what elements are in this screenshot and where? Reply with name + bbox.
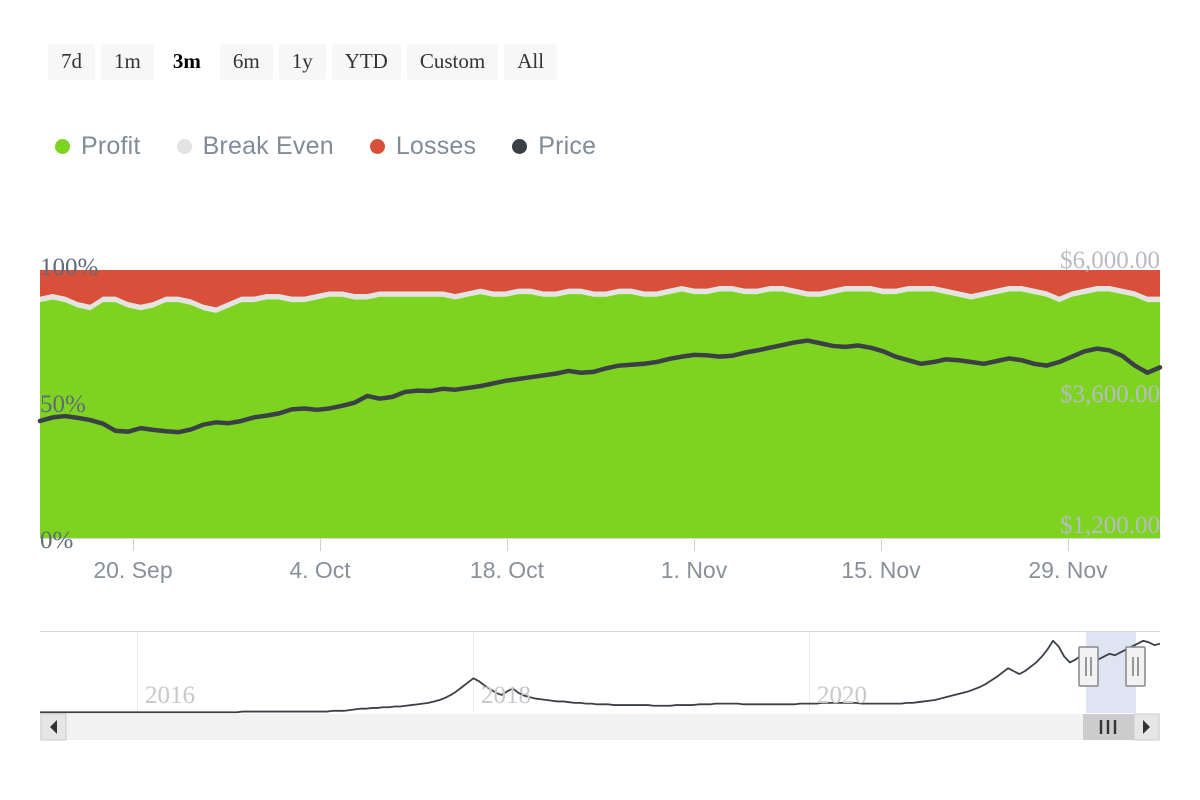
area-profit: [40, 291, 1160, 538]
chart-legend: Profit Break Even Losses Price: [55, 132, 596, 161]
range-button-1y[interactable]: 1y: [278, 44, 326, 80]
y-axis-right-label-3600: $3,600.00: [1060, 381, 1160, 408]
chart-navigator[interactable]: 2016 2018 2020: [0, 615, 1200, 755]
main-chart-svg: 100% 50% 0% $6,000.00 $3,600.00 $1,200.0…: [37, 247, 1163, 583]
legend-label-profit: Profit: [81, 132, 141, 160]
range-button-ytd[interactable]: YTD: [331, 44, 401, 80]
navigator-svg: 2016 2018 2020: [40, 631, 1161, 741]
navigator-scrollbar-thumb[interactable]: [1083, 714, 1134, 740]
range-button-custom[interactable]: Custom: [406, 44, 499, 80]
navigator-year-label-2018: 2018: [481, 682, 531, 709]
x-axis-label-2: 18. Oct: [470, 557, 545, 583]
legend-dot-icon-break-even: [176, 139, 192, 154]
navigator-year-label-2016: 2016: [145, 682, 195, 709]
range-button-1m[interactable]: 1m: [101, 44, 154, 80]
y-axis-left-label-50: 50%: [40, 391, 86, 418]
x-axis-label-3: 1. Nov: [661, 557, 728, 583]
legend-dot-icon-price: [512, 139, 528, 154]
x-axis-label-4: 15. Nov: [841, 557, 921, 583]
navigator-scrollbar-track[interactable]: [40, 714, 1160, 740]
legend-label-break-even: Break Even: [202, 132, 334, 160]
x-axis-label-0: 20. Sep: [93, 557, 172, 583]
legend-item-break-even[interactable]: Break Even: [176, 132, 334, 161]
scrollbar-right-arrow-button[interactable]: [1133, 713, 1160, 741]
y-axis-left-label-100: 100%: [40, 254, 98, 281]
main-chart-plot[interactable]: 100% 50% 0% $6,000.00 $3,600.00 $1,200.0…: [0, 230, 1200, 590]
legend-item-profit[interactable]: Profit: [55, 132, 141, 161]
navigator-handle-left[interactable]: [1078, 646, 1099, 687]
navigator-handle-right[interactable]: [1125, 646, 1146, 687]
stacked-area-series: [40, 270, 1160, 538]
x-axis-label-5: 29. Nov: [1028, 557, 1108, 583]
legend-dot-icon-losses: [369, 139, 385, 154]
y-axis-right-label-1200: $1,200.00: [1060, 512, 1160, 539]
scrollbar-left-arrow-button[interactable]: [40, 713, 67, 741]
x-axis-label-1: 4. Oct: [289, 557, 351, 583]
range-button-all[interactable]: All: [504, 44, 558, 80]
range-button-3m[interactable]: 3m: [159, 44, 214, 80]
legend-label-price: Price: [538, 132, 597, 160]
range-button-6m[interactable]: 6m: [219, 44, 273, 80]
y-axis-right-label-6000: $6,000.00: [1060, 247, 1160, 274]
navigator-price-series: [40, 639, 1161, 714]
range-button-7d[interactable]: 7d: [48, 44, 95, 80]
navigator-year-label-2020: 2020: [817, 682, 867, 709]
x-axis-tick-marks: [133, 539, 1069, 551]
legend-dot-icon-profit: [55, 139, 70, 154]
legend-label-losses: Losses: [395, 132, 477, 160]
range-selector: 7d 1m 3m 6m 1y YTD Custom All: [48, 44, 558, 80]
legend-item-price[interactable]: Price: [512, 132, 596, 161]
legend-item-losses[interactable]: Losses: [369, 132, 477, 161]
y-axis-left-label-0: 0%: [40, 527, 73, 554]
